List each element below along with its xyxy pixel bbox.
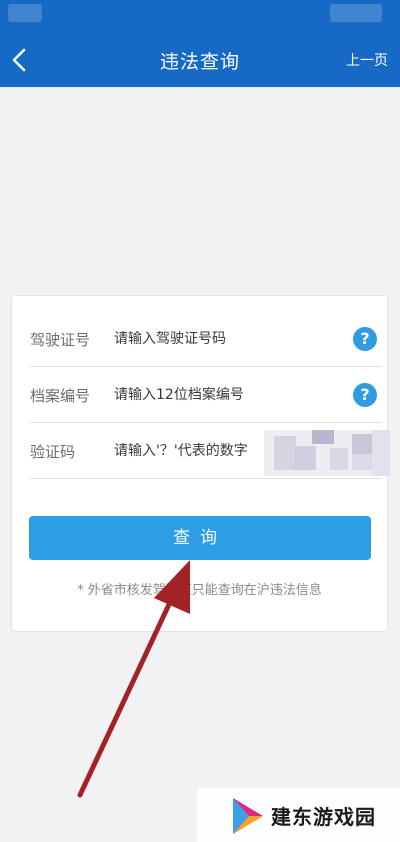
captcha-input[interactable] — [114, 439, 266, 463]
file-number-row: 档案编号 ? — [30, 367, 382, 423]
header-bar: 违法查询 上一页 — [0, 32, 400, 87]
query-button[interactable]: 查询 — [29, 516, 371, 560]
file-number-input[interactable] — [114, 383, 334, 407]
captcha-label: 验证码 — [30, 443, 76, 461]
status-bar — [0, 0, 400, 32]
play-logo-icon — [233, 798, 263, 834]
license-number-row: 驾驶证号 ? — [30, 311, 382, 367]
question-icon[interactable]: ? — [353, 327, 377, 351]
back-button[interactable] — [6, 42, 36, 78]
previous-page-button[interactable]: 上一页 — [346, 50, 388, 70]
captcha-image[interactable] — [264, 430, 390, 476]
chevron-left-icon — [12, 48, 26, 72]
license-number-input[interactable] — [114, 327, 334, 351]
license-number-label: 驾驶证号 — [30, 331, 91, 349]
watermark-text: 建东游戏园 — [271, 805, 376, 829]
question-icon[interactable]: ? — [353, 383, 377, 407]
watermark: 建东游戏园 — [197, 788, 400, 842]
query-form-card: 驾驶证号 ? 档案编号 ? 验证码 查询 * 外省市核发驾驶证只能查询在沪违法信… — [11, 295, 390, 632]
page-title: 违法查询 — [159, 51, 240, 73]
file-number-label: 档案编号 — [30, 387, 91, 405]
out-of-province-note: * 外省市核发驾驶证只能查询在沪违法信息 — [77, 583, 322, 598]
